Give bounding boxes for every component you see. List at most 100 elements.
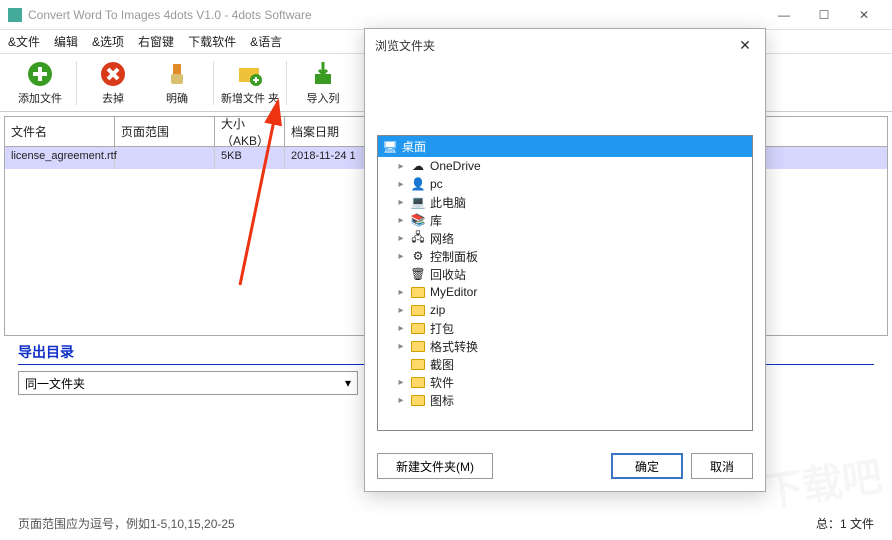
menu-download[interactable]: 下载软件 xyxy=(188,33,236,50)
folder-icon xyxy=(410,303,426,317)
cell-size: 5KB xyxy=(215,147,285,169)
confirm-button[interactable]: 明确 xyxy=(145,60,209,106)
folder-icon xyxy=(410,339,426,353)
desktop-icon: 🖥 xyxy=(382,140,398,154)
tree-label: 软件 xyxy=(430,374,454,391)
expand-icon[interactable]: ▸ xyxy=(396,197,406,208)
cancel-button[interactable]: 取消 xyxy=(691,453,753,479)
folder-plus-icon xyxy=(236,60,264,88)
folder-icon xyxy=(410,321,426,335)
app-icon xyxy=(8,8,22,22)
export-folder-combo[interactable]: 同一文件夹 ▾ xyxy=(18,371,358,395)
ok-label: 确定 xyxy=(635,458,659,475)
minimize-button[interactable]: — xyxy=(764,0,804,30)
tree-item-recyclebin[interactable]: ▸🗑回收站 xyxy=(378,265,752,283)
tree-item-icons[interactable]: ▸ 图标 xyxy=(378,391,752,409)
expand-icon[interactable]: ▸ xyxy=(396,179,406,190)
titlebar: Convert Word To Images 4dots V1.0 - 4dot… xyxy=(0,0,892,30)
import-label: 导入列 xyxy=(307,90,340,106)
tree-label: 图标 xyxy=(430,392,454,409)
menu-file[interactable]: &文件 xyxy=(8,33,40,50)
folder-tree[interactable]: 🖥 桌面 ▸ ☁ OneDrive ▸👤pc ▸💻此电脑 ▸ 📚 库 ▸🖧网络 ▸ ⚙ 控制… xyxy=(377,135,753,431)
maximize-button[interactable]: ☐ xyxy=(804,0,844,30)
menu-edit[interactable]: 编辑 xyxy=(54,33,78,50)
expand-icon[interactable]: ▸ xyxy=(396,305,406,316)
expand-icon[interactable]: ▸ xyxy=(396,395,406,406)
tree-item-myeditor[interactable]: ▸MyEditor xyxy=(378,283,752,301)
separator xyxy=(76,61,77,105)
expand-icon[interactable]: ▸ xyxy=(396,287,406,298)
footer: 页面范围应为逗号，例如1-5,10,15,20-25 总：1 文件 xyxy=(0,515,892,532)
tree-item-library[interactable]: ▸ 📚 库 xyxy=(378,211,752,229)
col-pagerange[interactable]: 页面范围 xyxy=(115,117,215,146)
menu-contextkey[interactable]: 右窗键 xyxy=(138,33,174,50)
import-icon xyxy=(309,60,337,88)
expand-icon[interactable]: ▸ xyxy=(396,323,406,334)
tree-item-onedrive[interactable]: ▸ ☁ OneDrive xyxy=(378,157,752,175)
ok-button[interactable]: 确定 xyxy=(611,453,683,479)
dialog-close-button[interactable]: ✕ xyxy=(735,35,755,55)
total-files-label: 总：1 文件 xyxy=(816,515,874,532)
expand-icon[interactable]: ▸ xyxy=(396,215,406,226)
menu-language[interactable]: &语言 xyxy=(250,33,282,50)
col-size[interactable]: 大小（AKB） xyxy=(215,117,285,146)
browse-folder-dialog: 浏览文件夹 ✕ 🖥 桌面 ▸ ☁ OneDrive ▸👤pc ▸💻此电脑 ▸ 📚 库 ▸… xyxy=(364,28,766,492)
separator xyxy=(286,61,287,105)
cell-filename: license_agreement.rtf xyxy=(5,147,115,169)
expand-icon[interactable]: ▸ xyxy=(396,251,406,262)
dialog-spacer xyxy=(377,69,753,135)
confirm-label: 明确 xyxy=(166,90,188,106)
tree-item-software[interactable]: ▸ 软件 xyxy=(378,373,752,391)
tree-item-thispc[interactable]: ▸💻此电脑 xyxy=(378,193,752,211)
tree-item-screenshot[interactable]: ▸截图 xyxy=(378,355,752,373)
tree-item-zip[interactable]: ▸zip xyxy=(378,301,752,319)
tree-label: 库 xyxy=(430,212,442,229)
export-combo-value: 同一文件夹 xyxy=(25,375,85,392)
library-icon: 📚 xyxy=(410,213,426,227)
recyclebin-icon: 🗑 xyxy=(410,267,426,281)
tree-label: 桌面 xyxy=(402,138,426,155)
tree-label: 打包 xyxy=(430,320,454,337)
dialog-title: 浏览文件夹 xyxy=(375,37,435,54)
folder-icon xyxy=(410,285,426,299)
tree-item-pc-user[interactable]: ▸👤pc xyxy=(378,175,752,193)
tree-label: OneDrive xyxy=(430,159,481,173)
page-range-hint: 页面范围应为逗号，例如1-5,10,15,20-25 xyxy=(18,515,235,532)
folder-icon xyxy=(410,375,426,389)
remove-button[interactable]: 去掉 xyxy=(81,60,145,106)
add-folder-label: 新增文件 夹 xyxy=(221,90,279,106)
chevron-down-icon: ▾ xyxy=(345,376,351,390)
import-list-button[interactable]: 导入列 xyxy=(291,60,355,106)
glue-icon xyxy=(163,60,191,88)
tree-root-desktop[interactable]: 🖥 桌面 xyxy=(378,136,752,157)
cloud-icon: ☁ xyxy=(410,159,426,173)
folder-icon xyxy=(410,393,426,407)
folder-icon xyxy=(410,357,426,371)
controlpanel-icon: ⚙ xyxy=(410,249,426,263)
expand-icon[interactable]: ▸ xyxy=(396,161,406,172)
tree-item-package[interactable]: ▸ 打包 xyxy=(378,319,752,337)
dialog-buttons: 新建文件夹(M) 确定 取消 xyxy=(365,441,765,491)
new-folder-label: 新建文件夹(M) xyxy=(396,458,474,475)
expand-icon[interactable]: ▸ xyxy=(396,341,406,352)
tree-item-controlpanel[interactable]: ▸ ⚙ 控制面板 xyxy=(378,247,752,265)
tree-item-formatconv[interactable]: ▸格式转换 xyxy=(378,337,752,355)
menu-options[interactable]: &选项 xyxy=(92,33,124,50)
tree-label: 回收站 xyxy=(430,266,466,283)
cancel-label: 取消 xyxy=(710,458,734,475)
new-folder-button[interactable]: 新建文件夹(M) xyxy=(377,453,493,479)
close-button[interactable]: ✕ xyxy=(844,0,884,30)
expand-icon[interactable]: ▸ xyxy=(396,377,406,388)
expand-icon[interactable]: ▸ xyxy=(396,233,406,244)
tree-label: 网络 xyxy=(430,230,454,247)
plus-icon xyxy=(26,60,54,88)
tree-label: pc xyxy=(430,177,443,191)
tree-label: 此电脑 xyxy=(430,194,466,211)
dialog-titlebar: 浏览文件夹 ✕ xyxy=(365,29,765,61)
add-folder-button[interactable]: 新增文件 夹 xyxy=(218,60,282,106)
add-file-button[interactable]: 添加文件 xyxy=(8,60,72,106)
col-filename[interactable]: 文件名 xyxy=(5,117,115,146)
tree-item-network[interactable]: ▸🖧网络 xyxy=(378,229,752,247)
cell-range xyxy=(115,147,215,169)
tree-label: 控制面板 xyxy=(430,248,478,265)
